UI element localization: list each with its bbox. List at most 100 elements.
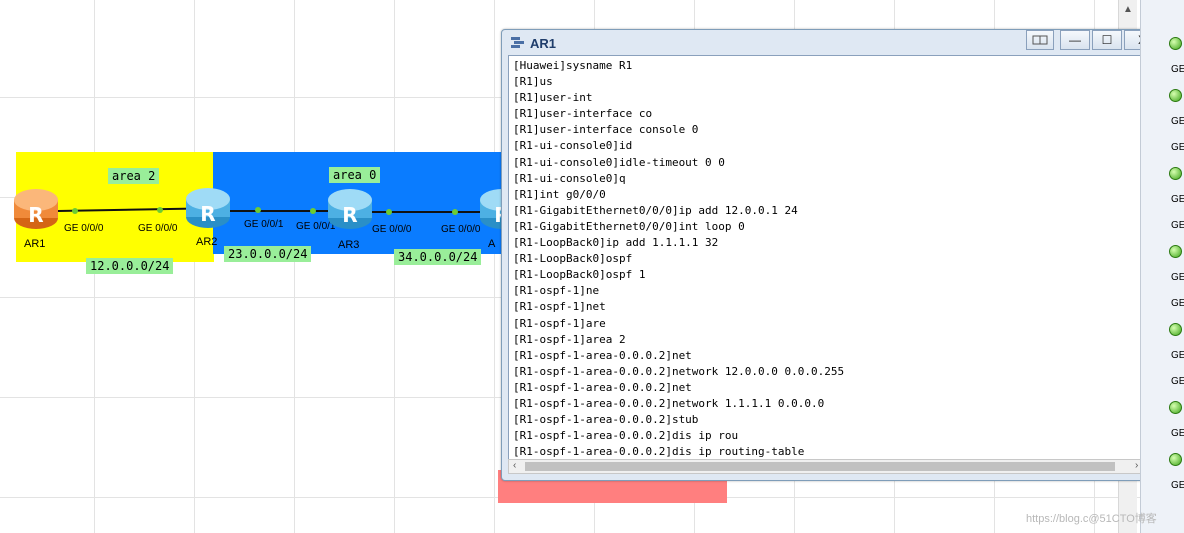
terminal-line: [Huawei]sysname R1 xyxy=(513,59,633,72)
terminal-line: [R1]user-interface console 0 xyxy=(513,123,699,137)
interface-status-row[interactable] xyxy=(1141,30,1184,56)
status-up-icon xyxy=(1169,400,1182,414)
status-up-icon xyxy=(1169,244,1182,258)
interface-status-row[interactable] xyxy=(1141,446,1184,472)
terminal-line: [R1-ospf-1]ne xyxy=(513,284,600,298)
interface-label: GE xyxy=(1171,193,1184,205)
status-up-icon xyxy=(1169,166,1182,180)
port-dot xyxy=(452,209,458,215)
interface-list-panel[interactable]: GE GE GE GE GE GE GE GE GE GE GE xyxy=(1140,0,1184,533)
svg-text:R: R xyxy=(342,203,357,227)
terminal-line: [R1-ospf-1]net xyxy=(513,300,606,314)
port-dot xyxy=(255,207,261,213)
interface-label: GE xyxy=(1171,297,1184,309)
extra-window-button[interactable] xyxy=(1026,30,1054,50)
area-0-label: area 0 xyxy=(329,167,381,183)
interface-row[interactable]: GE xyxy=(1141,56,1184,82)
terminal-line: [R1]int g0/0/0 xyxy=(513,187,606,201)
terminal-line: [R1-GigabitEthernet0/0/0]int loop 0 xyxy=(513,219,745,233)
network-label-12: 12.0.0.0/24 xyxy=(86,258,174,274)
interface-row[interactable]: GE xyxy=(1141,108,1184,134)
terminal-line: [R1-ospf-1-area-0.0.0.2]net xyxy=(513,380,692,394)
router-ar2-name: AR2 xyxy=(196,236,218,248)
terminal-line: [R1-ui-console0]idle-timeout 0 0 xyxy=(513,155,725,169)
terminal-line: [R1-ui-console0]q xyxy=(513,171,626,185)
terminal-line: [R1-GigabitEthernet0/0/0]ip add 12.0.0.1… xyxy=(513,203,798,217)
watermark: https://blog.c@51CTO博客 xyxy=(1026,513,1157,525)
terminal-output[interactable]: [Huawei]sysname R1 [R1]us [R1]user-int [R1]… xyxy=(508,55,1148,461)
port-label-ar3-ge000: GE 0/0/0 xyxy=(372,224,412,235)
minimize-button[interactable]: — xyxy=(1060,30,1090,50)
interface-label: GE xyxy=(1171,115,1184,127)
terminal-horizontal-scrollbar[interactable]: ‹ › xyxy=(508,459,1148,474)
link-ar2-ar3[interactable] xyxy=(230,210,340,212)
interface-label: GE xyxy=(1171,349,1184,361)
router-ar3-icon[interactable]: R xyxy=(326,186,374,232)
maximize-button[interactable]: ☐ xyxy=(1092,30,1122,50)
interface-row[interactable]: GE xyxy=(1141,264,1184,290)
terminal-window-ar1[interactable]: AR1 — ☐ X [Huawei]sysname R1[R1]us[R1]us… xyxy=(501,29,1166,481)
terminal-line: [R1-ospf-1-area-0.0.0.2]network 1.1.1.1 … xyxy=(513,396,825,410)
port-dot xyxy=(310,208,316,214)
interface-status-row[interactable] xyxy=(1141,238,1184,264)
area-2-label: area 2 xyxy=(108,168,160,184)
port-label-ar1-ge000: GE 0/0/0 xyxy=(64,223,104,234)
terminal-line: [R1]user-interface co xyxy=(513,107,653,121)
terminal-line: [R1-ospf-1-area-0.0.0.2]net xyxy=(513,348,692,362)
interface-status-row[interactable] xyxy=(1141,160,1184,186)
interface-row[interactable]: GE xyxy=(1141,420,1184,446)
router-ar1-icon[interactable]: R xyxy=(12,186,60,232)
terminal-line: [R1]user-int xyxy=(513,91,593,105)
network-label-34: 34.0.0.0/24 xyxy=(394,249,482,265)
terminal-line: [R1-ui-console0]id xyxy=(513,139,633,153)
interface-label: GE xyxy=(1171,375,1184,387)
interface-row[interactable]: GE xyxy=(1141,186,1184,212)
interface-label: GE xyxy=(1171,63,1184,75)
interface-row[interactable]: GE xyxy=(1141,290,1184,316)
scroll-left-arrow-icon[interactable]: ‹ xyxy=(513,460,516,471)
router-ar2-icon[interactable]: R xyxy=(184,185,232,231)
window-layout-icon xyxy=(1032,35,1048,45)
terminal-line: [R1-LoopBack0]ospf xyxy=(513,252,633,266)
port-label-ar2-ge000: GE 0/0/0 xyxy=(138,223,178,234)
interface-row[interactable]: GE xyxy=(1141,212,1184,238)
network-label-23: 23.0.0.0/24 xyxy=(224,246,312,262)
interface-status-row[interactable] xyxy=(1141,82,1184,108)
status-up-icon xyxy=(1169,88,1182,102)
terminal-line: [R1-LoopBack0]ospf 1 xyxy=(513,268,646,282)
interface-row[interactable]: GE xyxy=(1141,472,1184,498)
svg-text:R: R xyxy=(28,203,43,227)
terminal-line: [R1]us xyxy=(513,75,553,89)
router-ar3-name: AR3 xyxy=(338,239,360,251)
terminal-line: [R1-ospf-1-area-0.0.0.2]stub xyxy=(513,413,699,427)
terminal-line: [R1-ospf-1-area-0.0.0.2]dis ip rou xyxy=(513,429,739,443)
interface-label: GE xyxy=(1171,219,1184,231)
interface-label: GE xyxy=(1171,141,1184,153)
interface-label: GE xyxy=(1171,479,1184,491)
interface-label: GE xyxy=(1171,271,1184,283)
scroll-up-arrow-icon[interactable]: ▲ xyxy=(1123,4,1133,15)
port-label-ar4-ge000: GE 0/0/0 xyxy=(441,224,481,235)
terminal-line: [R1-ospf-1-area-0.0.0.2]dis ip routing-t… xyxy=(513,445,805,459)
status-up-icon xyxy=(1169,452,1182,466)
terminal-line: [R1-ospf-1]are xyxy=(513,316,606,330)
interface-status-row[interactable] xyxy=(1141,394,1184,420)
status-up-icon xyxy=(1169,36,1182,50)
svg-text:R: R xyxy=(200,202,215,226)
interface-row[interactable]: GE xyxy=(1141,342,1184,368)
terminal-line: [R1-LoopBack0]ip add 1.1.1.1 32 xyxy=(513,236,719,250)
window-title: AR1 xyxy=(530,35,557,51)
interface-row[interactable]: GE xyxy=(1141,134,1184,160)
terminal-line: [R1-ospf-1]area 2 xyxy=(513,332,626,346)
interface-status-row[interactable] xyxy=(1141,316,1184,342)
terminal-line: [R1-ospf-1-area-0.0.0.2]network 12.0.0.0… xyxy=(513,364,845,378)
horizontal-scroll-thumb[interactable] xyxy=(525,462,1115,471)
scroll-right-arrow-icon[interactable]: › xyxy=(1135,460,1138,471)
status-up-icon xyxy=(1169,322,1182,336)
router-ar4-name: A xyxy=(488,238,496,250)
window-titlebar: AR1 xyxy=(510,32,556,54)
interface-label: GE xyxy=(1171,427,1184,439)
router-ar1-name: AR1 xyxy=(24,238,46,250)
interface-row[interactable]: GE xyxy=(1141,368,1184,394)
port-dot xyxy=(72,208,78,214)
